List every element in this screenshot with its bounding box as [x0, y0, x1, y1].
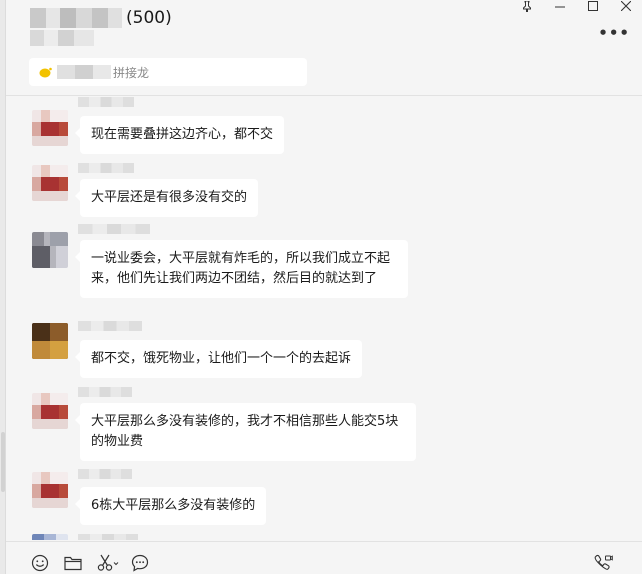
avatar[interactable] — [32, 323, 68, 359]
sender-name-blurred — [78, 387, 132, 397]
avatar[interactable] — [32, 393, 68, 429]
sender-name-blurred — [78, 97, 134, 107]
blurred-notice-text — [57, 65, 111, 79]
message-bubble: 都不交，饿死物业，让他们一个一个的去起诉 — [74, 340, 363, 378]
emoji-icon[interactable] — [30, 553, 50, 573]
message-list[interactable]: 现在需要叠拼这边齐心，都不交 大平层还是有很多没有交的 一说业委会，大平层就有炸… — [6, 97, 642, 540]
window-controls — [510, 0, 642, 12]
blurred-group-name — [30, 8, 122, 28]
avatar[interactable] — [32, 472, 68, 508]
maximize-icon[interactable] — [576, 0, 609, 12]
group-notice-bar[interactable]: 拼接龙 — [29, 58, 307, 86]
message-bubble: 6栋大平层那么多没有装修的 — [74, 487, 267, 525]
megaphone-icon — [39, 67, 52, 78]
sender-name-blurred — [78, 321, 142, 331]
blurred-group-name-line2 — [30, 30, 94, 46]
message-bubble: 大平层还是有很多没有交的 — [74, 179, 259, 217]
chat-header: (500) ••• 拼接龙 — [6, 0, 642, 96]
folder-icon[interactable] — [63, 553, 83, 573]
sender-name-blurred — [78, 224, 150, 234]
avatar[interactable] — [32, 165, 68, 201]
video-call-icon[interactable] — [592, 553, 614, 573]
sender-name-blurred — [78, 534, 138, 540]
chat-bubble-icon[interactable] — [130, 553, 150, 573]
notice-text: 拼接龙 — [113, 65, 150, 80]
message-bubble: 一说业委会，大平层就有炸毛的，所以我们成立不起来，他们先让我们两边不团结，然后目… — [75, 240, 408, 298]
message-bubble: 大平层那么多没有装修的，我才不相信那些人能交5块的物业费 — [75, 403, 416, 461]
message-bubble: 现在需要叠拼这边齐心，都不交 — [74, 116, 285, 154]
sender-name-blurred — [78, 469, 132, 479]
more-button[interactable]: ••• — [598, 24, 630, 42]
scissors-icon[interactable] — [96, 553, 120, 573]
close-icon[interactable] — [609, 0, 642, 12]
member-count: (500) — [126, 8, 172, 28]
sender-name-blurred — [78, 163, 134, 173]
input-toolbar — [6, 541, 642, 574]
avatar[interactable] — [32, 232, 68, 268]
minimize-icon[interactable] — [543, 0, 576, 12]
side-scrollbar[interactable] — [1, 432, 5, 492]
chat-title: (500) — [30, 8, 172, 28]
avatar[interactable] — [32, 534, 68, 540]
avatar[interactable] — [32, 110, 68, 146]
pin-icon[interactable] — [510, 0, 543, 12]
